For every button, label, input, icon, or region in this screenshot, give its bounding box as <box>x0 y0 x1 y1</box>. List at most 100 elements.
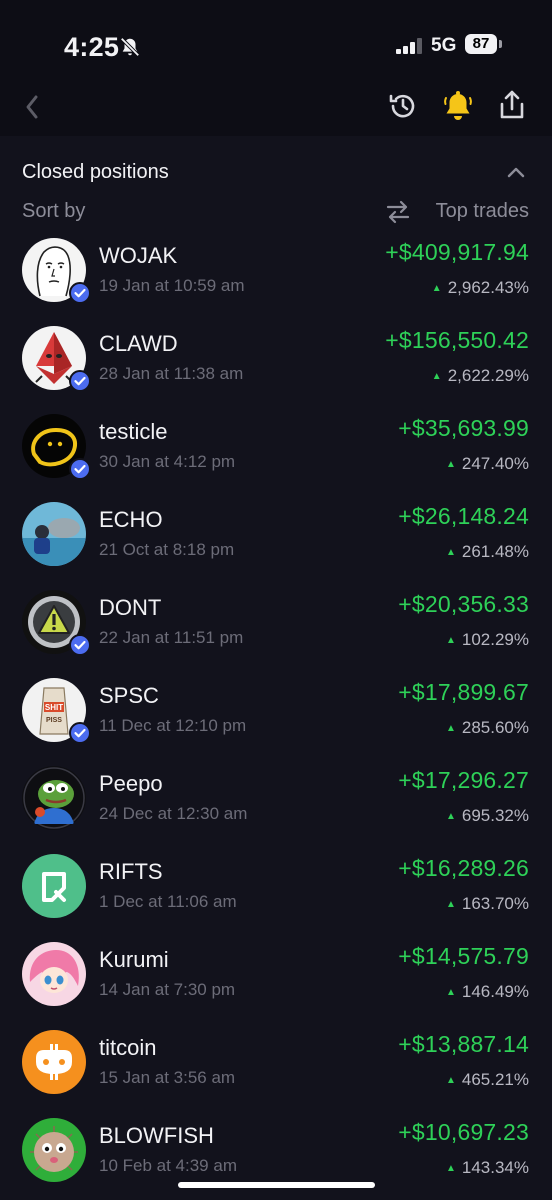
triangle-up-icon: ▲ <box>431 283 442 294</box>
close-date: 24 Dec at 12:30 am <box>99 804 248 823</box>
triangle-up-icon: ▲ <box>445 1075 456 1086</box>
position-row[interactable]: titcoin 15 Jan at 3:56 am +$13,887.14 ▲ 4… <box>0 1019 552 1107</box>
share-button[interactable] <box>496 88 528 127</box>
token-name: WOJAK <box>99 243 178 268</box>
sort-dropdown[interactable]: Top trades <box>436 200 529 223</box>
close-date: 1 Dec at 11:06 am <box>99 892 237 911</box>
pnl-amount: +$26,148.24 <box>398 503 529 529</box>
silent-mode-icon <box>119 36 141 63</box>
token-name: Peepo <box>99 771 163 796</box>
token-name: ECHO <box>99 507 163 532</box>
pnl-percent: ▲ 695.32% <box>445 806 529 825</box>
battery-level: 87 <box>465 34 497 54</box>
close-date: 15 Jan at 3:56 am <box>99 1068 236 1087</box>
chevron-up-icon <box>507 167 525 178</box>
verified-badge-icon <box>69 634 91 656</box>
cellular-signal-icon <box>396 38 424 59</box>
nav-bar <box>0 74 552 136</box>
network-type: 5G <box>431 35 457 56</box>
position-row[interactable]: Peepo 24 Dec at 12:30 am +$17,296.27 ▲ 69… <box>0 755 552 843</box>
verified-badge-icon <box>69 722 91 744</box>
token-name: titcoin <box>99 1035 157 1060</box>
token-name: BLOWFISH <box>99 1123 214 1148</box>
pnl-percent: ▲ 285.60% <box>445 718 529 737</box>
history-icon <box>389 94 415 118</box>
position-row[interactable]: Kurumi 14 Jan at 7:30 pm +$14,575.79 ▲ 14… <box>0 931 552 1019</box>
blowfish-avatar <box>22 1118 86 1182</box>
battery-icon: 87 <box>465 34 502 54</box>
triangle-up-icon: ▲ <box>445 635 456 646</box>
pnl-percent: ▲ 465.21% <box>445 1070 529 1089</box>
token-name: RIFTS <box>99 859 163 884</box>
pnl-amount: +$17,899.67 <box>398 679 529 705</box>
position-row[interactable]: ECHO 21 Oct at 8:18 pm +$26,148.24 ▲ 261.… <box>0 491 552 579</box>
pnl-amount: +$16,289.26 <box>398 855 529 881</box>
pnl-percent: ▲ 2,622.29% <box>431 366 529 385</box>
pnl-amount: +$20,356.33 <box>398 591 529 617</box>
position-row[interactable]: WOJAK 19 Jan at 10:59 am +$409,917.94 ▲ 2… <box>0 227 552 315</box>
pnl-amount: +$35,693.99 <box>398 415 529 441</box>
history-button[interactable] <box>387 90 419 127</box>
verified-badge-icon <box>69 458 91 480</box>
pnl-amount: +$10,697.23 <box>398 1119 529 1145</box>
titcoin-avatar <box>22 1030 86 1094</box>
bell-icon <box>444 91 472 120</box>
pnl-amount: +$14,575.79 <box>398 943 529 969</box>
notifications-button[interactable] <box>442 89 474 128</box>
pnl-percent: ▲ 146.49% <box>445 982 529 1001</box>
pnl-percent: ▲ 2,962.43% <box>431 278 529 297</box>
svg-text:PISS: PISS <box>46 717 62 724</box>
collapse-button[interactable] <box>506 165 526 184</box>
sort-label: Sort by <box>22 200 86 222</box>
token-name: CLAWD <box>99 331 178 356</box>
verified-badge-icon <box>69 370 91 392</box>
position-row[interactable]: DONT 22 Jan at 11:51 pm +$20,356.33 ▲ 102… <box>0 579 552 667</box>
token-name: Kurumi <box>99 947 169 972</box>
closed-positions-panel: Closed positions Sort by Top trades WOJA… <box>0 136 552 1200</box>
chevron-left-icon <box>26 95 38 119</box>
token-name: SPSC <box>99 683 159 708</box>
triangle-up-icon: ▲ <box>445 899 456 910</box>
token-name: testicle <box>99 419 168 444</box>
pnl-percent: ▲ 102.29% <box>445 630 529 649</box>
close-date: 19 Jan at 10:59 am <box>99 276 245 295</box>
close-date: 11 Dec at 12:10 pm <box>99 716 247 735</box>
home-indicator[interactable] <box>178 1182 375 1188</box>
section-title: Closed positions <box>22 161 169 183</box>
close-date: 28 Jan at 11:38 am <box>99 364 244 383</box>
triangle-up-icon: ▲ <box>431 371 442 382</box>
triangle-up-icon: ▲ <box>445 723 456 734</box>
close-date: 30 Jan at 4:12 pm <box>99 452 236 471</box>
pnl-percent: ▲ 247.40% <box>445 454 529 473</box>
triangle-up-icon: ▲ <box>445 1163 456 1174</box>
pnl-amount: +$156,550.42 <box>385 327 529 353</box>
position-row[interactable]: RIFTS 1 Dec at 11:06 am +$16,289.26 ▲ 163… <box>0 843 552 931</box>
pnl-percent: ▲ 143.34% <box>445 1158 529 1177</box>
rifts-avatar <box>22 854 86 918</box>
pnl-percent: ▲ 163.70% <box>445 894 529 913</box>
close-date: 21 Oct at 8:18 pm <box>99 540 235 559</box>
triangle-up-icon: ▲ <box>445 547 456 558</box>
svg-text:SHIT: SHIT <box>45 703 63 712</box>
kurumi-avatar <box>22 942 86 1006</box>
close-date: 14 Jan at 7:30 pm <box>99 980 236 999</box>
close-date: 10 Feb at 4:39 am <box>99 1156 237 1175</box>
peepo-avatar <box>22 766 86 830</box>
triangle-up-icon: ▲ <box>445 987 456 998</box>
echo-avatar <box>22 502 86 566</box>
pnl-percent: ▲ 261.48% <box>445 542 529 561</box>
pnl-amount: +$13,887.14 <box>398 1031 529 1057</box>
back-button[interactable] <box>24 94 40 125</box>
token-name: DONT <box>99 595 162 620</box>
status-time: 4:25 <box>64 32 120 62</box>
position-row[interactable]: testicle 30 Jan at 4:12 pm +$35,693.99 ▲… <box>0 403 552 491</box>
pnl-amount: +$409,917.94 <box>385 239 529 265</box>
sort-swap-icon[interactable] <box>385 200 411 229</box>
position-row[interactable]: CLAWD 28 Jan at 11:38 am +$156,550.42 ▲ 2… <box>0 315 552 403</box>
triangle-up-icon: ▲ <box>445 459 456 470</box>
share-icon <box>500 90 524 119</box>
close-date: 22 Jan at 11:51 pm <box>99 628 244 647</box>
position-row[interactable]: SHIT PISS SPSC 11 Dec at 12:10 pm +$17,8… <box>0 667 552 755</box>
positions-list: WOJAK 19 Jan at 10:59 am +$409,917.94 ▲ 2… <box>0 227 552 1195</box>
verified-badge-icon <box>69 282 91 304</box>
